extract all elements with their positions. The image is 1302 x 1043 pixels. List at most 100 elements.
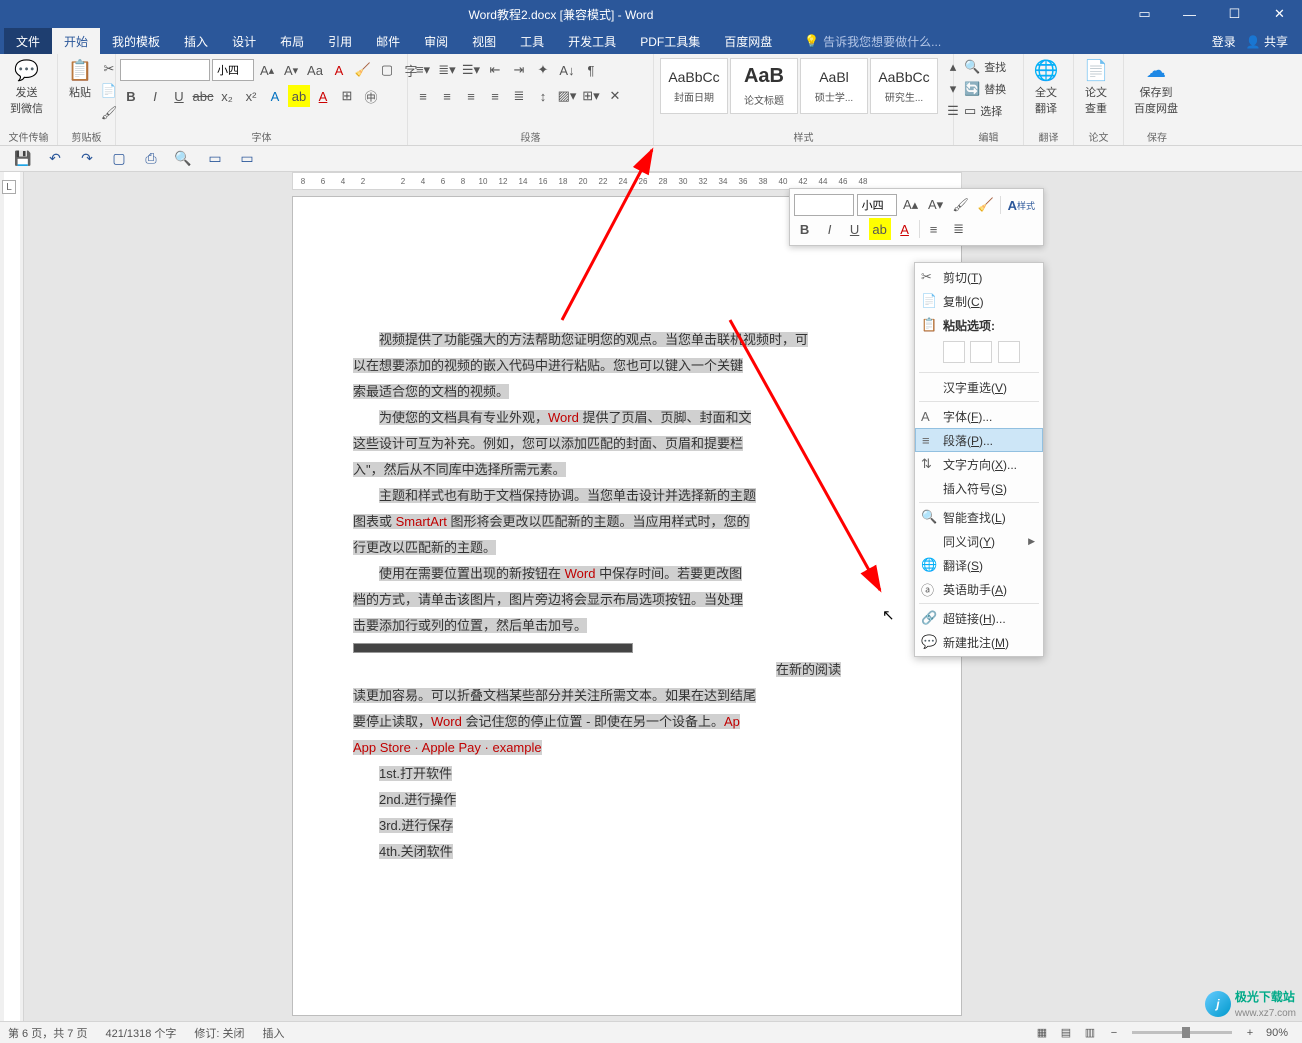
doc-text[interactable]: 主题和样式也有助于文档保持协调。当您单击设计并选择新的主题 xyxy=(379,488,756,503)
zoom-in-button[interactable]: + xyxy=(1238,1027,1262,1039)
paste-merge-icon[interactable] xyxy=(970,341,992,363)
view-read-mode[interactable]: ▦ xyxy=(1030,1026,1054,1039)
close-button[interactable]: ✕ xyxy=(1257,0,1302,28)
status-revision[interactable]: 修订: 关闭 xyxy=(194,1025,244,1041)
show-marks-button[interactable]: ¶ xyxy=(580,59,602,81)
doc-text[interactable]: SmartArt xyxy=(396,514,447,529)
doc-text[interactable]: Ap xyxy=(724,714,740,729)
doc-text[interactable]: 中保存时间。若要更改图 xyxy=(595,566,742,581)
align-right-button[interactable]: ≡ xyxy=(460,85,482,107)
maximize-button[interactable]: ☐ xyxy=(1212,0,1257,28)
tab-selector[interactable]: L xyxy=(2,180,16,194)
document-page[interactable]: 视频提供了功能强大的方法帮助您证明您的观点。当您单击联机视频时，可 以在想要添加… xyxy=(292,196,962,1016)
italic-button[interactable]: I xyxy=(144,85,166,107)
circled-char-button[interactable]: ㊥ xyxy=(360,85,382,107)
paste-keep-source-icon[interactable] xyxy=(943,341,965,363)
ctx-hanzi-reselect[interactable]: 汉字重选(V) xyxy=(915,375,1043,399)
mini-highlight[interactable]: ab xyxy=(869,218,891,240)
tab-layout[interactable]: 布局 xyxy=(268,28,316,54)
tabs-button[interactable]: ✕ xyxy=(604,85,626,107)
embedded-image[interactable] xyxy=(353,643,633,653)
qat-btn[interactable]: ▭ xyxy=(234,149,260,169)
doc-text[interactable]: 图形将会更改以匹配新的主题。当应用样式时，您的 xyxy=(447,514,750,529)
tell-me-search[interactable]: 💡 告诉我您想要做什么... xyxy=(784,28,1211,54)
tab-pdftools[interactable]: PDF工具集 xyxy=(628,28,712,54)
asian-layout-button[interactable]: ✦ xyxy=(532,59,554,81)
qat-btn[interactable]: ⎙ xyxy=(138,149,164,169)
indent-right-button[interactable]: ⇥ xyxy=(508,59,530,81)
shading-button[interactable]: ▨▾ xyxy=(556,85,578,107)
font-family-combo[interactable] xyxy=(120,59,210,81)
clear-format-button[interactable]: 🧹 xyxy=(352,59,374,81)
ctx-insert-symbol[interactable]: 插入符号(S) xyxy=(915,476,1043,500)
mini-size-combo[interactable] xyxy=(857,194,897,216)
save-to-baidu-button[interactable]: ☁保存到 百度网盘 xyxy=(1128,56,1184,118)
doc-text[interactable]: 行更改以匹配新的主题。 xyxy=(353,540,496,555)
document-scroll[interactable]: 8642246810121416182022242628303234363840… xyxy=(24,172,1302,1021)
mini-bold[interactable]: B xyxy=(794,218,816,240)
mini-shrink-font[interactable]: A▾ xyxy=(925,194,947,216)
zoom-out-button[interactable]: − xyxy=(1102,1027,1126,1039)
doc-text[interactable]: 击要添加行或列的位置，然后单击加号。 xyxy=(353,618,587,633)
replace-button[interactable]: 🔄替换 xyxy=(958,78,1012,100)
mini-underline[interactable]: U xyxy=(844,218,866,240)
translate-button[interactable]: 🌐全文 翻译 xyxy=(1028,56,1064,118)
tab-home[interactable]: 开始 xyxy=(52,28,100,54)
list-item[interactable]: 2nd.进行操作 xyxy=(379,792,456,807)
strike-button[interactable]: abc xyxy=(192,85,214,107)
paste-button[interactable]: 📋 粘贴 xyxy=(62,56,98,102)
doc-text[interactable]: 为使您的文档具有专业外观， xyxy=(379,410,548,425)
mini-italic[interactable]: I xyxy=(819,218,841,240)
doc-text[interactable]: 在新的阅读 xyxy=(776,662,841,677)
undo-button[interactable]: ↶ xyxy=(42,149,68,169)
tab-file[interactable]: 文件 xyxy=(4,28,52,54)
login-link[interactable]: 登录 xyxy=(1212,33,1236,50)
doc-text[interactable]: 使用在需要位置出现的新按钮在 xyxy=(379,566,565,581)
qat-btn[interactable]: ▢ xyxy=(106,149,132,169)
ctx-copy[interactable]: 📄复制(C) xyxy=(915,289,1043,313)
minimize-button[interactable]: ― xyxy=(1167,0,1212,28)
ctx-cut[interactable]: ✂剪切(T) xyxy=(915,265,1043,289)
doc-text[interactable]: 提供了页眉、页脚、封面和文 xyxy=(579,410,752,425)
tab-review[interactable]: 审阅 xyxy=(412,28,460,54)
mini-font-combo[interactable] xyxy=(794,194,854,216)
status-words[interactable]: 421/1318 个字 xyxy=(105,1025,176,1041)
tab-insert[interactable]: 插入 xyxy=(172,28,220,54)
tab-mytemplate[interactable]: 我的模板 xyxy=(100,28,172,54)
ctx-synonyms[interactable]: 同义词(Y)▶ xyxy=(915,529,1043,553)
doc-text[interactable]: Word xyxy=(565,566,596,581)
mini-font-color[interactable]: A xyxy=(894,218,916,240)
qat-btn[interactable]: 🔍 xyxy=(170,149,196,169)
ctx-english-assist[interactable]: ⓐ英语助手(A) xyxy=(915,577,1043,601)
ctx-new-comment[interactable]: 💬新建批注(M) xyxy=(915,630,1043,654)
view-web-layout[interactable]: ▥ xyxy=(1078,1026,1102,1039)
view-print-layout[interactable]: ▤ xyxy=(1054,1026,1078,1039)
align-left-button[interactable]: ≡ xyxy=(412,85,434,107)
tab-references[interactable]: 引用 xyxy=(316,28,364,54)
change-case-button[interactable]: Aa xyxy=(304,59,326,81)
mini-bullets[interactable]: ≡ xyxy=(923,218,945,240)
doc-text[interactable]: 这些设计可互为补充。例如，您可以添加匹配的封面、页眉和提要栏 xyxy=(353,436,743,451)
doc-text[interactable]: Word xyxy=(431,714,462,729)
doc-text[interactable]: 索最适合您的文档的视频。 xyxy=(353,384,509,399)
send-to-wechat-button[interactable]: 💬 发送 到微信 xyxy=(4,56,49,118)
redo-button[interactable]: ↷ xyxy=(74,149,100,169)
thesis-check-button[interactable]: 📄论文 查重 xyxy=(1078,56,1114,118)
doc-text[interactable]: 读更加容易。可以折叠文档某些部分并关注所需文本。如果在达到结尾 xyxy=(353,688,756,703)
numbering-button[interactable]: ≣▾ xyxy=(436,59,458,81)
char-border-button[interactable]: ▢ xyxy=(376,59,398,81)
mini-grow-font[interactable]: A▴ xyxy=(900,194,922,216)
sort-button[interactable]: A↓ xyxy=(556,59,578,81)
text-effects-button[interactable]: A xyxy=(264,85,286,107)
list-item[interactable]: 4th.关闭软件 xyxy=(379,844,453,859)
ctx-translate[interactable]: 🌐翻译(S) xyxy=(915,553,1043,577)
zoom-level[interactable]: 90% xyxy=(1266,1027,1288,1039)
tab-developer[interactable]: 开发工具 xyxy=(556,28,628,54)
zoom-slider[interactable] xyxy=(1132,1031,1232,1034)
find-button[interactable]: 🔍查找 xyxy=(958,56,1012,78)
doc-text[interactable]: 入"，然后从不同库中选择所需元素。 xyxy=(353,462,566,477)
status-insert[interactable]: 插入 xyxy=(263,1025,285,1041)
bold-button[interactable]: B xyxy=(120,85,142,107)
grow-font-button[interactable]: A▴ xyxy=(256,59,278,81)
ribbon-options-icon[interactable]: ▭ xyxy=(1122,0,1167,28)
